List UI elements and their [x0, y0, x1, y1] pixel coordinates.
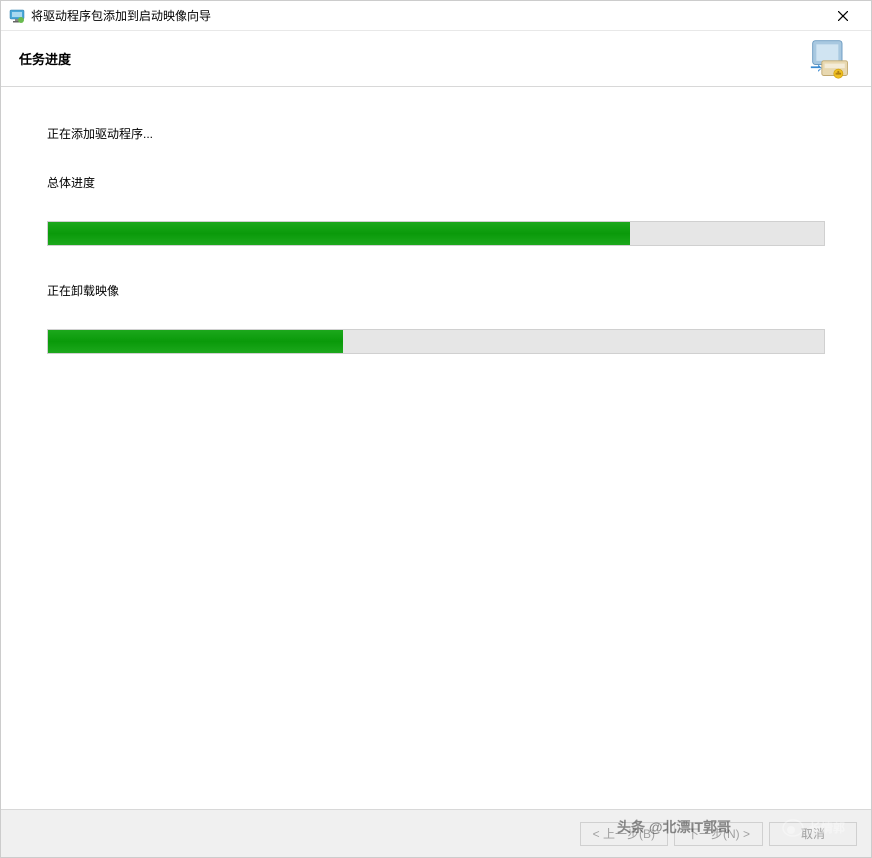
titlebar: 将驱动程序包添加到启动映像向导 [1, 1, 871, 31]
window-title: 将驱动程序包添加到启动映像向导 [31, 7, 823, 24]
close-button[interactable] [823, 2, 863, 30]
current-progress-bar [47, 329, 825, 354]
overall-progress-bar [47, 221, 825, 246]
back-button[interactable]: < 上一步(B) [580, 822, 668, 846]
overall-progress-fill [48, 222, 630, 245]
current-progress-label: 正在卸载映像 [47, 282, 825, 299]
page-title: 任务进度 [19, 49, 71, 68]
overall-progress-label: 总体进度 [47, 174, 825, 191]
status-text: 正在添加驱动程序... [47, 125, 825, 142]
next-button[interactable]: 下一步(N) > [674, 822, 763, 846]
wizard-header-icon [809, 37, 853, 81]
app-icon [9, 8, 25, 24]
current-progress-fill [48, 330, 343, 353]
wizard-footer: < 上一步(B) 下一步(N) > 取消 [1, 809, 871, 857]
wizard-content: 正在添加驱动程序... 总体进度 正在卸载映像 [1, 87, 871, 809]
wizard-window: 将驱动程序包添加到启动映像向导 任务进度 正在添加驱动程序... 总体 [0, 0, 872, 858]
wizard-header: 任务进度 [1, 31, 871, 87]
cancel-button[interactable]: 取消 [769, 822, 857, 846]
